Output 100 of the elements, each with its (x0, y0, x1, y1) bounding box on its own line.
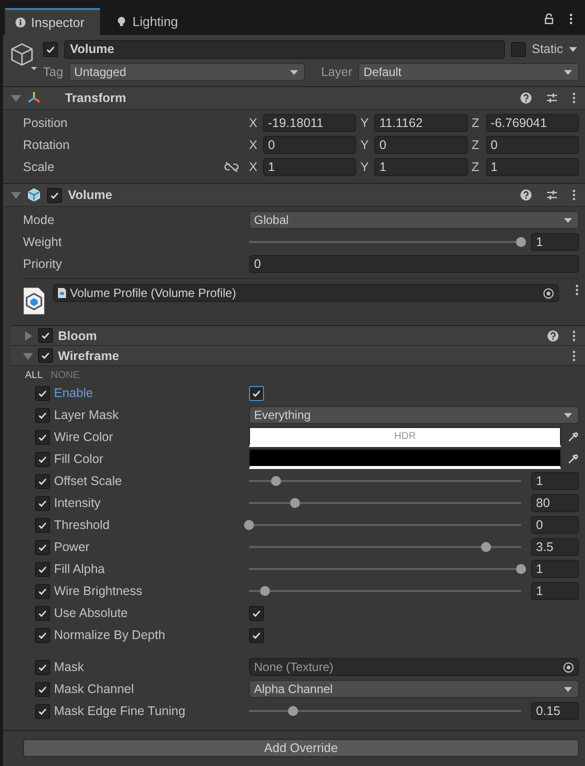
number-field[interactable]: 1 (263, 158, 356, 176)
cube-icon[interactable] (9, 41, 39, 71)
tag-dropdown[interactable]: Untagged (69, 63, 306, 81)
help-icon[interactable] (520, 92, 532, 104)
checkbox[interactable] (249, 606, 264, 620)
number-field[interactable]: 1 (531, 233, 579, 251)
sliders-icon[interactable] (546, 92, 558, 104)
slider-handle[interactable] (244, 520, 254, 530)
help-icon[interactable] (547, 330, 559, 342)
slider-handle[interactable] (516, 564, 526, 574)
override-header[interactable]: Wireframe (11, 346, 585, 366)
dropdown[interactable]: Alpha Channel (249, 680, 579, 698)
slider-handle[interactable] (271, 476, 282, 486)
override-checkbox[interactable] (35, 386, 50, 400)
axis-label: Z (472, 116, 480, 130)
axis-label: X (249, 138, 258, 152)
component-header[interactable]: Transform (3, 87, 585, 110)
caret-icon[interactable] (569, 46, 577, 52)
override-checkbox[interactable] (35, 496, 50, 510)
number-field[interactable]: -6.769041 (486, 114, 579, 132)
checkmark-icon (37, 476, 48, 486)
foldout-icon[interactable] (11, 190, 21, 200)
property-label: Fill Alpha (54, 562, 105, 576)
sliders-icon[interactable] (546, 189, 558, 201)
static-checkbox[interactable] (510, 42, 526, 56)
more-icon[interactable] (572, 92, 576, 104)
foldout-icon[interactable] (11, 93, 21, 103)
object-picker-icon[interactable] (563, 662, 574, 672)
caret-icon (564, 218, 572, 222)
object-field[interactable]: None (Texture) (249, 658, 579, 676)
number-field[interactable]: 1 (374, 158, 468, 176)
override-checkbox[interactable] (35, 606, 50, 620)
override-checkbox[interactable] (35, 408, 50, 422)
all-button[interactable]: ALL (25, 370, 43, 380)
slider-handle[interactable] (288, 706, 298, 716)
broken-link-icon[interactable] (224, 162, 239, 172)
override-checkbox[interactable] (35, 452, 50, 466)
number-field[interactable]: 80 (531, 494, 579, 512)
more-icon[interactable] (569, 13, 573, 25)
override-checkbox[interactable] (35, 584, 50, 598)
property-label: Mask Edge Fine Tuning (54, 704, 186, 718)
override-checkbox[interactable] (35, 704, 50, 718)
number-field[interactable]: 0 (374, 136, 468, 154)
number-field[interactable]: 1 (531, 582, 579, 600)
slider-handle[interactable] (290, 498, 300, 508)
override-checkbox[interactable] (35, 518, 50, 532)
override-checkbox[interactable] (35, 628, 50, 642)
number-field[interactable]: 3.5 (531, 538, 579, 556)
axis-label: X (249, 160, 258, 174)
more-icon[interactable] (572, 350, 576, 362)
number-field[interactable]: 0.15 (531, 702, 579, 720)
panel-tab[interactable]: Inspector (5, 8, 100, 35)
foldout-icon[interactable] (23, 330, 33, 340)
panel-tab[interactable]: Lighting (102, 8, 192, 35)
override-checkbox[interactable] (35, 660, 50, 674)
eyedropper-icon[interactable] (567, 453, 579, 465)
add-override-button[interactable]: Add Override (23, 739, 579, 757)
override-checkbox[interactable] (35, 540, 50, 554)
property-label: Fill Color (54, 452, 104, 466)
number-field[interactable]: 0 (249, 255, 579, 273)
layer-label: Layer (321, 65, 352, 79)
checkbox[interactable] (249, 628, 264, 642)
component-title: Transform (65, 91, 126, 105)
number-field[interactable]: 1 (531, 560, 579, 578)
name-field[interactable]: Volume (64, 40, 505, 58)
slider-handle[interactable] (516, 237, 526, 247)
layer-dropdown[interactable]: Default (358, 63, 579, 81)
number-field[interactable]: 1 (531, 472, 579, 490)
mode-dropdown[interactable]: Global (249, 211, 579, 229)
object-picker-icon[interactable] (543, 288, 554, 298)
override-checkbox[interactable] (35, 682, 50, 696)
override-checkbox[interactable] (35, 562, 50, 576)
slider-handle[interactable] (480, 542, 491, 552)
enabled-checkbox[interactable] (38, 328, 53, 343)
slider-handle[interactable] (260, 586, 270, 596)
number-field[interactable]: -19.18011 (263, 114, 356, 132)
checkbox[interactable] (249, 386, 264, 400)
help-icon[interactable] (520, 189, 532, 201)
enabled-checkbox[interactable] (38, 348, 53, 363)
number-field[interactable]: 0 (263, 136, 356, 154)
foldout-icon[interactable] (23, 350, 33, 360)
eyedropper-icon[interactable] (567, 431, 579, 443)
color-field[interactable] (249, 449, 561, 469)
active-checkbox[interactable] (43, 42, 58, 56)
checkmark-icon (37, 684, 48, 694)
number-field[interactable]: 0 (486, 136, 579, 154)
object-field[interactable]: Volume Profile (Volume Profile) (53, 284, 559, 302)
number-field[interactable]: 1 (486, 158, 579, 176)
more-icon[interactable] (572, 189, 576, 201)
lock-icon[interactable] (543, 13, 555, 25)
number-field[interactable]: 0 (531, 516, 579, 534)
override-header[interactable]: Bloom (11, 326, 585, 346)
number-field[interactable]: 11.1162 (374, 114, 468, 132)
more-icon[interactable] (572, 330, 576, 342)
override-checkbox[interactable] (35, 430, 50, 444)
enabled-checkbox[interactable] (47, 188, 62, 202)
dropdown[interactable]: Everything (249, 406, 579, 424)
override-checkbox[interactable] (35, 474, 50, 488)
checkmark-icon (37, 564, 48, 574)
more-icon[interactable] (575, 284, 579, 296)
